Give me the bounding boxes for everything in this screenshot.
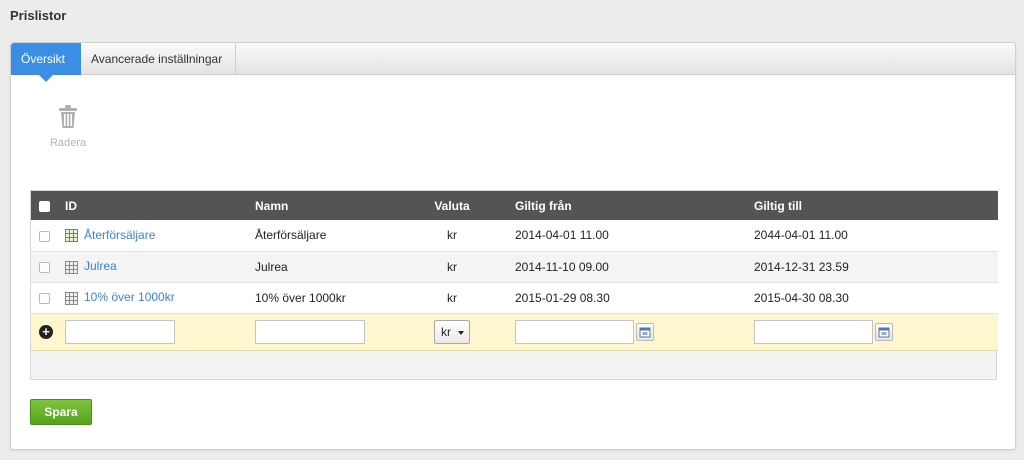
save-button[interactable]: Spara <box>30 399 92 425</box>
chevron-down-icon <box>458 330 464 335</box>
grid-green-icon <box>65 229 78 243</box>
row-currency: kr <box>447 290 457 305</box>
row-id-link[interactable]: Julrea <box>84 259 117 273</box>
price-list-table: ID Namn Valuta Giltig från Giltig till Å… <box>30 190 998 380</box>
new-row: + kr <box>31 313 998 350</box>
row-id-link[interactable]: Återförsäljare <box>84 228 155 242</box>
row-valid-to: 2015-04-30 08.30 <box>754 290 849 305</box>
page-title: Prislistor <box>10 8 67 23</box>
tab-advanced-settings[interactable]: Avancerade inställningar <box>81 43 236 75</box>
row-name: Julrea <box>255 259 288 274</box>
row-valid-to: 2044-04-01 11.00 <box>754 228 848 243</box>
row-checkbox[interactable] <box>39 261 50 273</box>
select-all-checkbox[interactable] <box>39 200 50 212</box>
tab-overview[interactable]: Översikt <box>11 43 81 82</box>
new-valid-to-input[interactable] <box>754 319 873 344</box>
trash-icon <box>59 105 77 128</box>
column-header-valid-to[interactable]: Giltig till <box>746 191 998 220</box>
delete-button-label: Radera <box>49 137 87 149</box>
row-valid-from: 2014-04-01 11.00 <box>515 228 609 243</box>
table-row: Julrea Julrea kr 2014-11-10 09.00 2014-1… <box>31 251 998 282</box>
row-valid-from: 2015-01-29 08.30 <box>515 290 610 305</box>
table-header: ID Namn Valuta Giltig från Giltig till <box>31 191 998 220</box>
column-header-id[interactable]: ID <box>57 191 247 220</box>
column-header-valid-from[interactable]: Giltig från <box>507 191 746 220</box>
row-currency: kr <box>447 228 457 243</box>
column-header-currency[interactable]: Valuta <box>397 191 507 220</box>
row-name: Återförsäljare <box>255 228 327 243</box>
row-checkbox[interactable] <box>39 230 50 242</box>
table-row: Återförsäljare Återförsäljare kr 2014-04… <box>31 220 998 251</box>
currency-select[interactable]: kr <box>434 319 470 344</box>
row-valid-from: 2014-11-10 09.00 <box>515 259 609 274</box>
add-row-icon[interactable]: + <box>39 324 53 339</box>
currency-select-value: kr <box>441 324 451 339</box>
new-id-input[interactable] <box>65 319 175 344</box>
table-row: 10% över 1000kr 10% över 1000kr kr 2015-… <box>31 282 998 313</box>
row-name: 10% över 1000kr <box>255 290 346 305</box>
row-valid-to: 2014-12-31 23.59 <box>754 259 849 274</box>
tab-bar: Översikt Avancerade inställningar <box>11 43 1015 82</box>
delete-button[interactable]: Radera <box>45 105 91 149</box>
grid-gray-icon <box>65 260 78 274</box>
new-name-input[interactable] <box>255 319 365 344</box>
row-id-link[interactable]: 10% över 1000kr <box>84 290 175 304</box>
calendar-icon[interactable] <box>636 322 654 341</box>
row-currency: kr <box>447 259 457 274</box>
row-checkbox[interactable] <box>39 292 50 304</box>
new-valid-from-input[interactable] <box>515 319 634 344</box>
calendar-icon[interactable] <box>875 322 893 341</box>
column-header-name[interactable]: Namn <box>247 191 397 220</box>
price-list-panel: Översikt Avancerade inställningar Radera… <box>10 42 1016 450</box>
grid-gray-icon <box>65 291 78 305</box>
